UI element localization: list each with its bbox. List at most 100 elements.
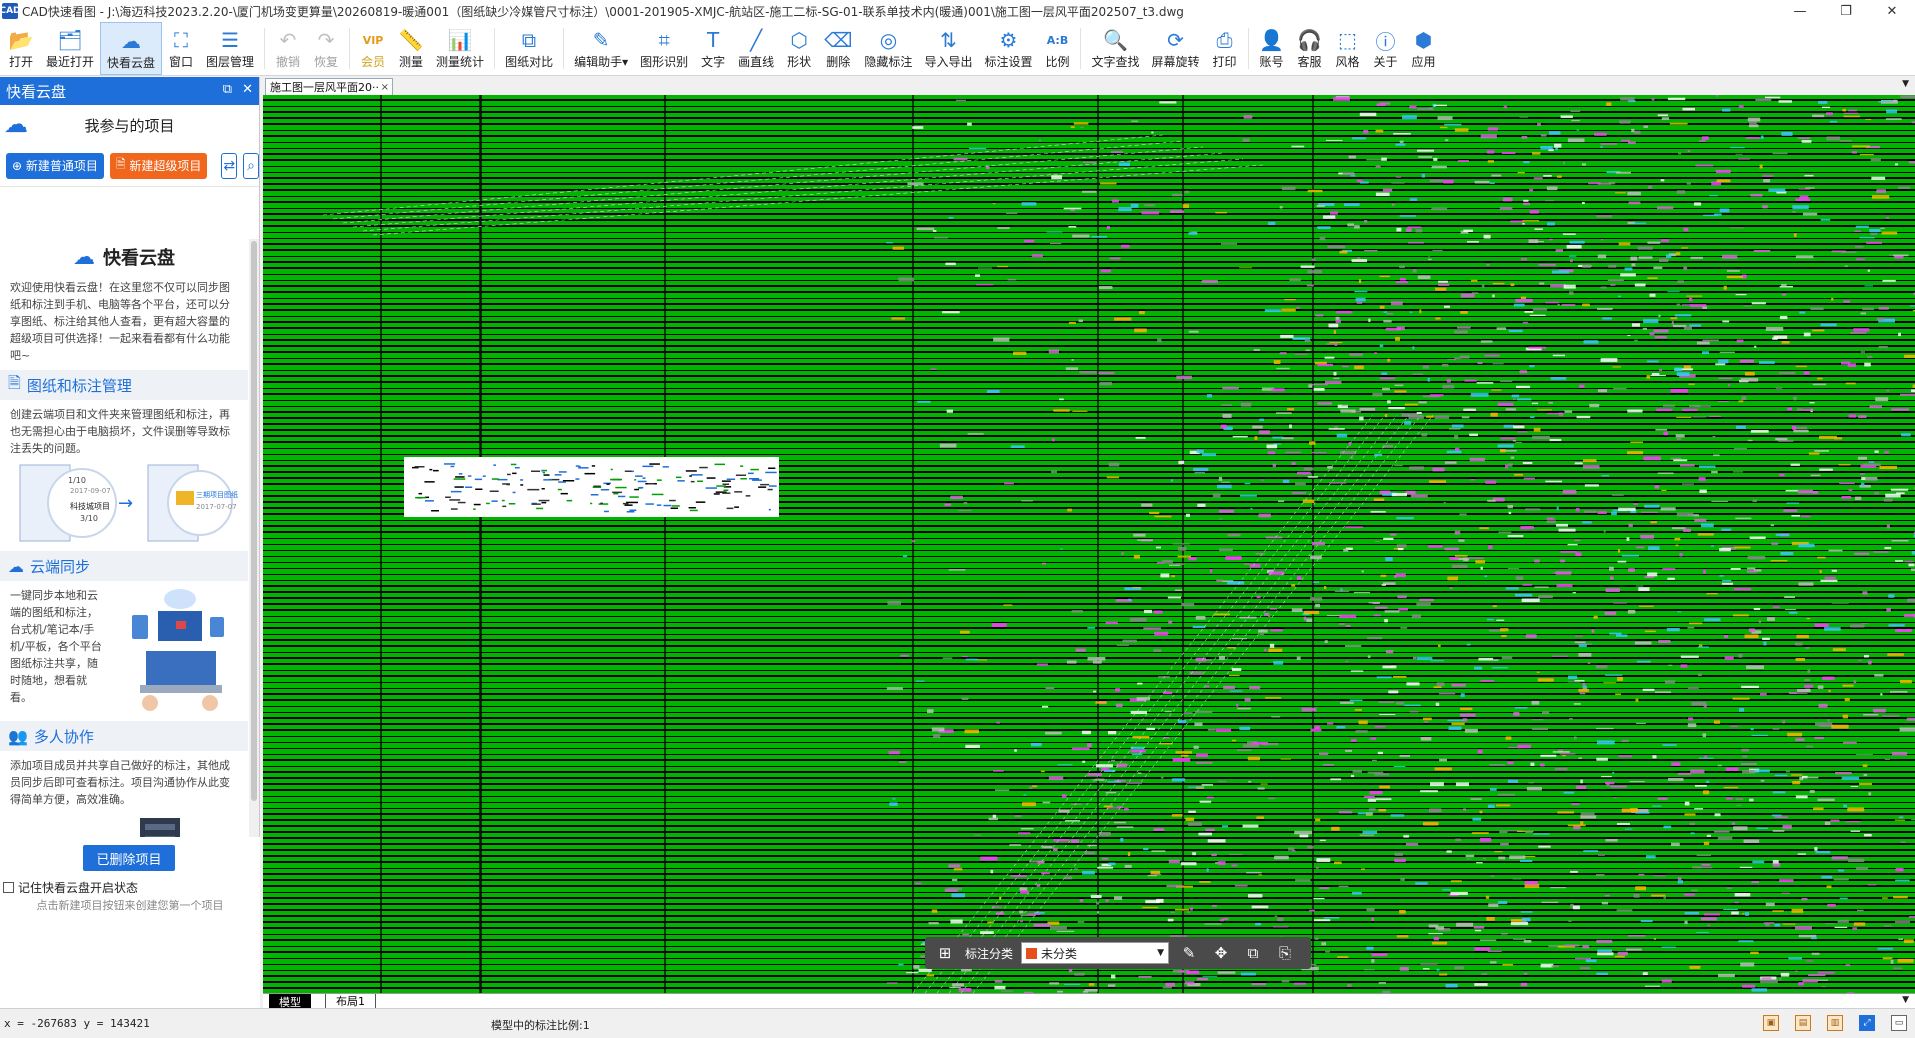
panel-scrollbar[interactable] — [249, 239, 259, 837]
eraser-icon: ⌫ — [824, 28, 853, 52]
toolbar-label: 风格 — [1335, 55, 1360, 69]
annotation-toolbar: ⊞ 标注分类 未分类 ▼ ✎ ✥ ⧉ ⎘ — [925, 937, 1311, 969]
toolbar-button-style[interactable]: ⬚ 风格 — [1329, 22, 1367, 75]
drawing-canvas[interactable] — [263, 95, 1915, 993]
scrollbar-thumb[interactable] — [251, 241, 257, 801]
document-tab-label: 施工图一层风平面20·· — [270, 81, 379, 94]
toolbar-label: 删除 — [826, 55, 851, 69]
toolbar-button-import-export[interactable]: ⇅ 导入导出 — [918, 22, 978, 75]
copy-icon[interactable]: ⧉ — [1241, 942, 1265, 964]
paste-icon[interactable]: ⎘ — [1273, 942, 1297, 964]
toolbar-button-apps[interactable]: ⬢ 应用 — [1405, 22, 1443, 75]
fullscreen-icon[interactable]: ⤢ — [1859, 1015, 1875, 1031]
toolbar-button-scale[interactable]: A:B 比例 — [1038, 22, 1076, 75]
document-tab[interactable]: 施工图一层风平面20·· × — [265, 78, 393, 95]
edit-icon[interactable]: ✎ — [1177, 942, 1201, 964]
toolbar-button-shape[interactable]: ⬡ 形状 — [780, 22, 818, 75]
ortho-icon[interactable]: ▥ — [1827, 1015, 1843, 1031]
toolbar-button-layers[interactable]: ☰ 图层管理 — [200, 22, 260, 75]
scale-icon: A:B — [1046, 33, 1069, 47]
remember-checkbox[interactable] — [3, 882, 14, 893]
snap-icon[interactable]: ▣ — [1763, 1015, 1779, 1031]
layout-icon[interactable]: ▭ — [1891, 1015, 1907, 1031]
restore-button[interactable]: ❐ — [1823, 0, 1869, 22]
close-panel-icon[interactable]: ✕ — [242, 82, 253, 97]
toolbar-label: 关于 — [1373, 55, 1398, 69]
annotation-settings-icon: ⚙ — [999, 28, 1018, 52]
toolbar-separator — [1247, 28, 1249, 69]
toolbar-button-redo[interactable]: ↷ 恢复 — [307, 22, 345, 75]
intro-heading: ☁ 快看云盘 — [0, 239, 248, 275]
hide-annotation-icon: ◎ — [879, 28, 898, 52]
toolbar-button-measure-stats[interactable]: 📊 测量统计 — [430, 22, 490, 75]
toolbar-button-cloud[interactable]: ☁ 快看云盘 — [100, 22, 163, 75]
tab-layout1[interactable]: 布局1 — [325, 994, 376, 1009]
toolbar-label: 最近打开 — [46, 55, 95, 69]
toolbar-button-line[interactable]: ╱ 画直线 — [732, 22, 780, 75]
close-window-button[interactable]: ✕ — [1869, 0, 1915, 22]
vip-icon: VIP — [362, 33, 384, 47]
illus-label: 2017-09-07 — [70, 487, 111, 495]
toolbar-button-eraser[interactable]: ⌫ 删除 — [818, 22, 858, 75]
toolbar-button-folder-open[interactable]: 📂 打开 — [2, 22, 40, 75]
text-icon: T — [707, 28, 720, 52]
toolbar-separator — [563, 28, 565, 69]
toolbar-label: 图形识别 — [640, 55, 689, 69]
text-search-icon: 🔍 — [1103, 28, 1128, 52]
toolbar-button-info[interactable]: ⓘ 关于 — [1367, 22, 1405, 75]
new-normal-project-button[interactable]: ⊕ 新建普通项目 — [6, 152, 104, 179]
sync-icon[interactable]: ⇄ — [221, 152, 238, 179]
drawing-management-illustration: 1/10 2017-09-07 科技城项目 3/10 → 三期项目图纸 2017… — [0, 463, 248, 551]
grid-toggle-icon[interactable]: ▤ — [1795, 1015, 1811, 1031]
toolbar-label: 隐藏标注 — [864, 55, 913, 69]
svg-text:→: → — [118, 493, 133, 514]
toolbar-button-shape-recognize[interactable]: ⌗ 图形识别 — [634, 22, 694, 75]
close-tab-icon[interactable]: × — [381, 82, 389, 93]
cloud-icon: ☁ — [121, 29, 142, 53]
new-super-project-button[interactable]: 🗎 新建超级项目 — [109, 152, 208, 179]
document-tab-strip: 施工图一层风平面20·· × ▼ — [263, 77, 1915, 95]
toolbar-button-edit-assistant[interactable]: ✎ 编辑助手▾ — [568, 22, 634, 75]
headset-icon: 🎧 — [1297, 28, 1322, 52]
cad-drawing[interactable] — [263, 95, 1915, 993]
toolbar-button-annotation-settings[interactable]: ⚙ 标注设置 — [978, 22, 1038, 75]
remember-state-option[interactable]: 记住快看云盘开启状态 — [3, 879, 138, 896]
toolbar-button-window[interactable]: ⛶ 窗口 — [162, 22, 200, 75]
tab-model[interactable]: 模型 — [269, 994, 311, 1009]
cloud-intro: ☁ 快看云盘 欢迎使用快看云盘！在这里您不仅可以同步图纸和标注到手机、电脑等各个… — [0, 239, 248, 837]
window-title: CAD快速看图 - J:\海迈科技2023.2.20-\厦门机场变更算量\202… — [22, 4, 1184, 19]
toolbar-button-measure[interactable]: 📏 测量 — [392, 22, 430, 75]
toolbar-label: 图纸对比 — [505, 55, 554, 69]
deleted-projects-button[interactable]: 已删除项目 — [83, 845, 175, 871]
toolbar-button-account[interactable]: 👤 账号 — [1253, 22, 1291, 75]
toolbar-button-compare[interactable]: ⧉ 图纸对比 — [499, 22, 559, 75]
toolbar-label: 打开 — [8, 55, 33, 69]
search-icon[interactable]: ⌕ — [243, 152, 259, 179]
pin-panel-icon[interactable]: ⧉ — [223, 82, 232, 97]
tab-dropdown-icon[interactable]: ▼ — [1902, 79, 1909, 89]
layout-dropdown-icon[interactable]: ▼ — [1902, 995, 1909, 1005]
toolbar-label: 快看云盘 — [107, 56, 156, 70]
import-export-icon: ⇅ — [940, 28, 957, 52]
toolbar-button-text-search[interactable]: 🔍 文字查找 — [1085, 22, 1145, 75]
intro-title: 快看云盘 — [103, 248, 175, 269]
toolbar-button-print[interactable]: ⎙ 打印 — [1206, 22, 1244, 75]
cloud-logo-icon: ☁ — [73, 244, 95, 270]
toolbar-button-hide-annotation[interactable]: ◎ 隐藏标注 — [858, 22, 918, 75]
move-icon[interactable]: ✥ — [1209, 942, 1233, 964]
toolbar-button-vip[interactable]: VIP 会员 — [354, 22, 392, 75]
toolbar-label: 导入导出 — [924, 55, 973, 69]
annotation-category-label: 标注分类 — [965, 946, 1014, 961]
illus-label: 3/10 — [80, 514, 98, 523]
toolbar-button-text[interactable]: T 文字 — [694, 22, 732, 75]
toolbar-button-recent[interactable]: 🗂 最近打开 — [40, 22, 100, 75]
annotation-category-select[interactable]: 未分类 ▼ — [1021, 942, 1170, 964]
collaboration-illustration — [0, 814, 248, 837]
toolbar-button-undo[interactable]: ↶ 撤销 — [269, 22, 307, 75]
section-title-text: 图纸和标注管理 — [26, 376, 132, 395]
toolbar-button-headset[interactable]: 🎧 客服 — [1291, 22, 1329, 75]
minimize-button[interactable]: — — [1777, 0, 1823, 22]
grid-icon[interactable]: ⊞ — [933, 942, 957, 964]
toolbar-button-rotate-screen[interactable]: ⟳ 屏幕旋转 — [1145, 22, 1205, 75]
toolbar-label: 形状 — [787, 55, 812, 69]
